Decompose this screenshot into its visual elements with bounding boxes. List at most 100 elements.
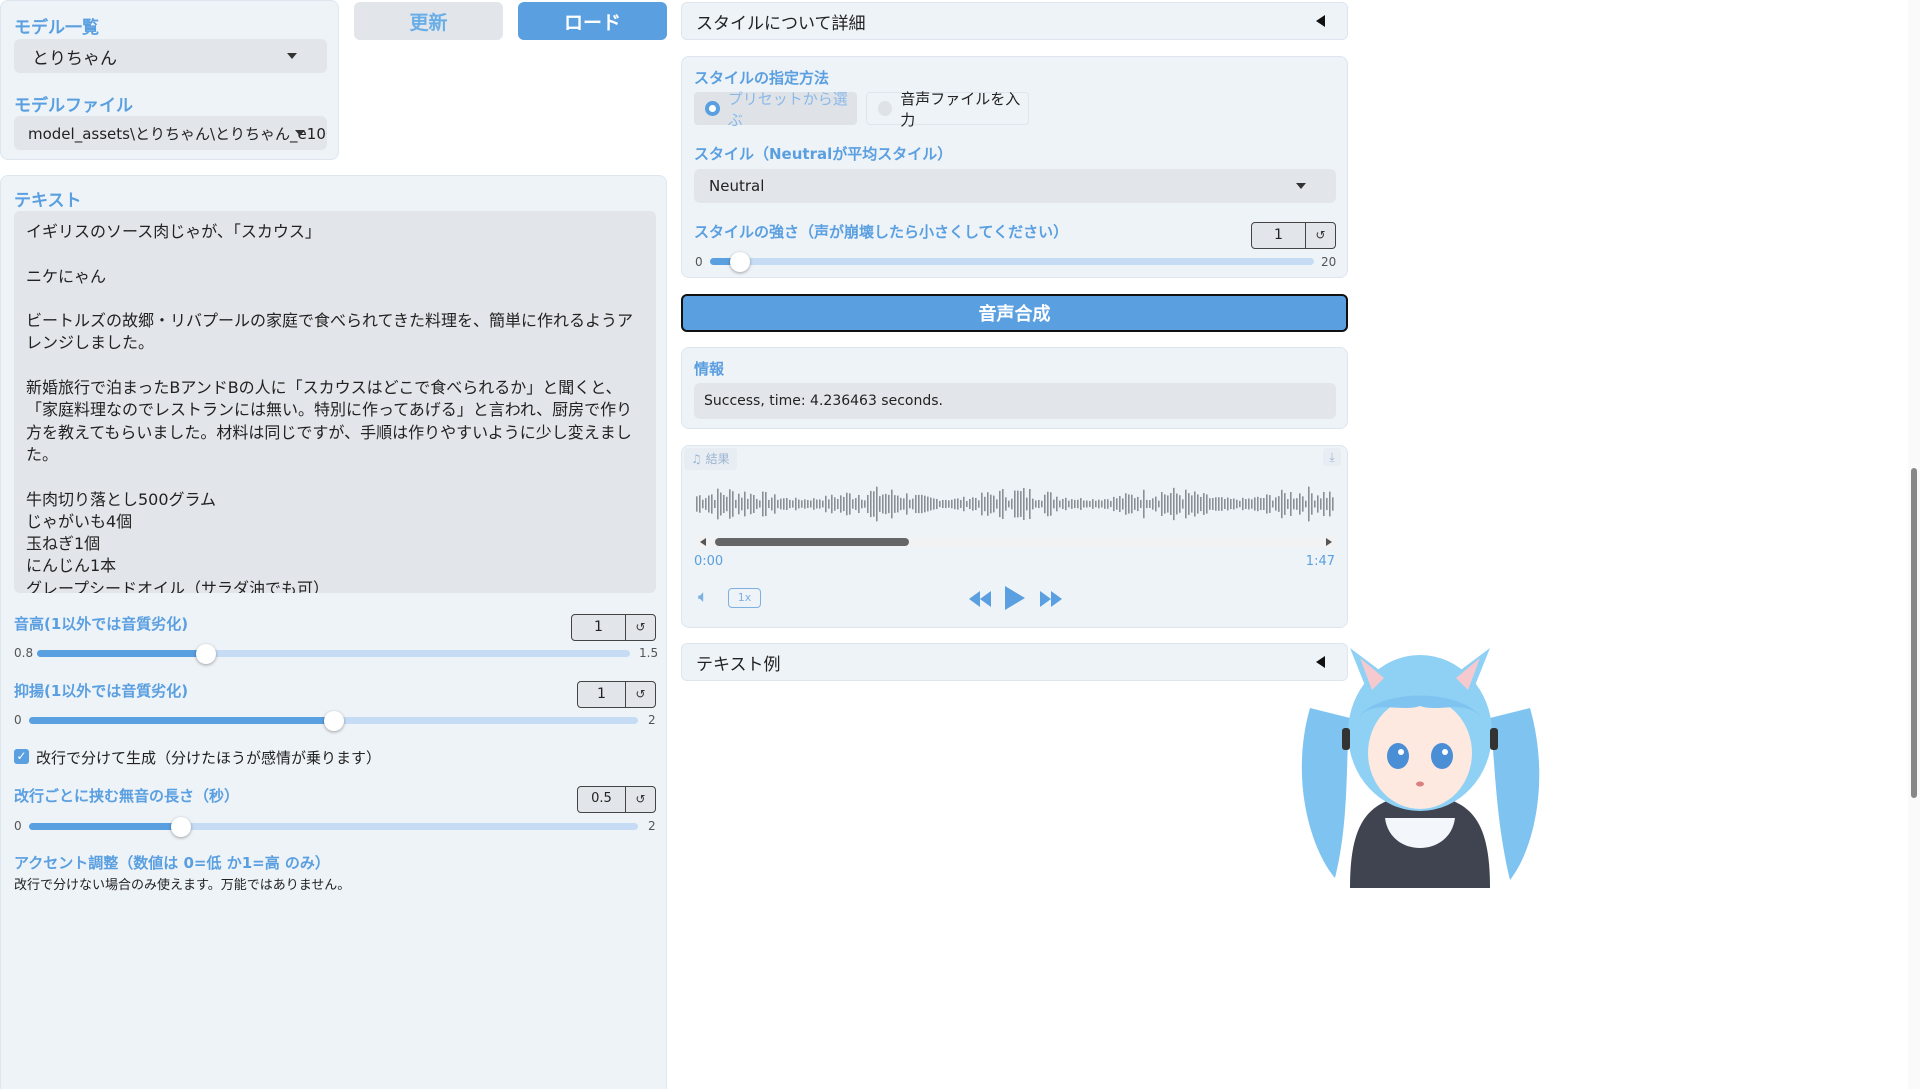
waveform-bar [1257, 496, 1259, 512]
waveform-bar [840, 495, 842, 513]
text-input[interactable]: イギリスのソース肉じゃが、「スカウス」 ニケにゃん ビートルズの故郷・リバプール… [14, 211, 656, 593]
waveform-bar [1296, 498, 1298, 510]
waveform-bar [1209, 498, 1211, 510]
page-scrollbar[interactable] [1908, 0, 1920, 1089]
info-output: Success, time: 4.236463 seconds. [694, 383, 1336, 419]
waveform-bar [1284, 493, 1286, 515]
waveform-bar [873, 491, 875, 517]
waveform-bar [1020, 491, 1022, 517]
fast-forward-icon[interactable] [1039, 590, 1063, 608]
waveform-bar [1017, 490, 1019, 518]
split-checkbox[interactable]: ✓ [14, 749, 29, 764]
waveform-bar [825, 495, 827, 513]
waveform-bar [1116, 498, 1118, 510]
waveform-bar [834, 497, 836, 511]
waveform-bar [801, 500, 803, 508]
model-select[interactable]: とりちゃん [14, 39, 327, 73]
synthesize-button[interactable]: 音声合成 [681, 294, 1348, 332]
waveform-bar [1179, 495, 1181, 513]
reset-icon[interactable]: ↺ [625, 787, 655, 812]
style-select[interactable]: Neutral [694, 169, 1336, 203]
silence-slider-thumb[interactable] [171, 817, 192, 837]
style-strength-slider[interactable] [710, 258, 1314, 265]
waveform-bar [1251, 499, 1253, 509]
pitch-value: 1 [594, 619, 603, 635]
waveform-bar [1125, 493, 1127, 515]
waveform-bar [774, 494, 776, 514]
waveform-bar [1161, 492, 1163, 516]
waveform-bar [1122, 498, 1124, 510]
intonation-slider-thumb[interactable] [323, 711, 344, 731]
style-strength-label: スタイルの強さ（声が崩壊したら小さくしてください） [694, 223, 1069, 241]
radio-unselected-icon [878, 101, 893, 116]
pitch-slider-thumb[interactable] [196, 644, 217, 664]
reset-icon[interactable]: ↺ [1305, 223, 1335, 248]
waveform-scrollbar[interactable] [696, 537, 1336, 547]
waveform-bar [804, 499, 806, 509]
waveform-bar [954, 498, 956, 510]
waveform-bar [795, 497, 797, 511]
radio-audio-file[interactable]: 音声ファイルを入力 [866, 90, 1029, 129]
collapse-triangle-icon [1316, 15, 1325, 27]
waveform-bar [1086, 500, 1088, 508]
text-line: にんじん1本 [26, 556, 117, 576]
scroll-left-icon[interactable] [700, 538, 706, 546]
volume-icon[interactable]: 🔈︎ [698, 587, 708, 607]
rewind-icon[interactable] [968, 590, 992, 608]
waveform-bar [1260, 497, 1262, 511]
model-file-select[interactable]: model_assets\とりちゃん\とりちゃん_e100_s900 [14, 116, 327, 150]
waveform-bar [846, 492, 848, 516]
waveform-bar [762, 491, 764, 517]
waveform-bar [1167, 495, 1169, 513]
model-file-value: model_assets\とりちゃん\とりちゃん_e100_s900 [28, 124, 327, 143]
waveform-bar [1254, 497, 1256, 511]
waveform-bar [981, 492, 983, 516]
scroll-right-icon[interactable] [1326, 538, 1332, 546]
waveform-bar [1071, 499, 1073, 509]
text-line: 新婚旅行で泊まったBアンドBの人に「スカウスはどこで食べられるか」と聞くと、「家… [26, 378, 633, 464]
page-scrollbar-thumb[interactable] [1911, 468, 1917, 798]
waveform-bar [702, 499, 704, 509]
waveform-bar [1047, 491, 1049, 517]
style-select-label: スタイル（Neutralが平均スタイル） [694, 145, 953, 163]
waveform-bar [1014, 490, 1016, 518]
waveform-bar [864, 500, 866, 508]
reset-icon[interactable]: ↺ [625, 615, 655, 640]
pitch-number-input[interactable]: 1 ↺ [571, 614, 656, 641]
waveform-bar [720, 492, 722, 516]
audio-current-time: 0:00 [694, 554, 724, 569]
waveform-bar [756, 498, 758, 510]
waveform-bar [1005, 497, 1007, 511]
text-line: ビートルズの故郷・リバプールの家庭で食べられてきた料理を、簡単に作れるようアレン… [26, 311, 634, 353]
style-strength-number-input[interactable]: 1 ↺ [1251, 222, 1336, 249]
waveform-bar [1128, 494, 1130, 514]
waveform-bar [849, 493, 851, 515]
waveform-bar [1038, 499, 1040, 509]
load-button[interactable]: ロード [518, 2, 667, 40]
download-icon[interactable]: ⤓ [1323, 448, 1341, 466]
waveform-bar [888, 494, 890, 514]
waveform-bar [900, 497, 902, 511]
waveform-bar [1332, 497, 1334, 511]
waveform-bar [1308, 486, 1310, 522]
style-detail-accordion[interactable]: スタイルについて詳細 [681, 2, 1348, 40]
silence-number-input[interactable]: 0.5 ↺ [577, 786, 656, 813]
waveform-bar [918, 494, 920, 514]
intonation-number-input[interactable]: 1 ↺ [577, 681, 656, 708]
waveform-bar [1176, 493, 1178, 515]
waveform[interactable] [694, 479, 1336, 529]
scroll-thumb[interactable] [715, 538, 909, 546]
refresh-button[interactable]: 更新 [354, 2, 503, 40]
waveform-bar [930, 497, 932, 511]
radio-preset[interactable]: プリセットから選ぶ [694, 90, 857, 129]
waveform-bar [1194, 491, 1196, 517]
playback-speed-button[interactable]: 1x [728, 588, 761, 608]
waveform-bar [966, 500, 968, 508]
text-examples-accordion[interactable]: テキスト例 [681, 643, 1348, 681]
waveform-bar [777, 499, 779, 509]
play-icon[interactable] [1004, 585, 1026, 611]
text-panel: テキスト イギリスのソース肉じゃが、「スカウス」 ニケにゃん ビートルズの故郷・… [0, 175, 667, 1089]
style-strength-slider-thumb[interactable] [730, 252, 751, 272]
waveform-bar [1152, 498, 1154, 510]
reset-icon[interactable]: ↺ [625, 682, 655, 707]
